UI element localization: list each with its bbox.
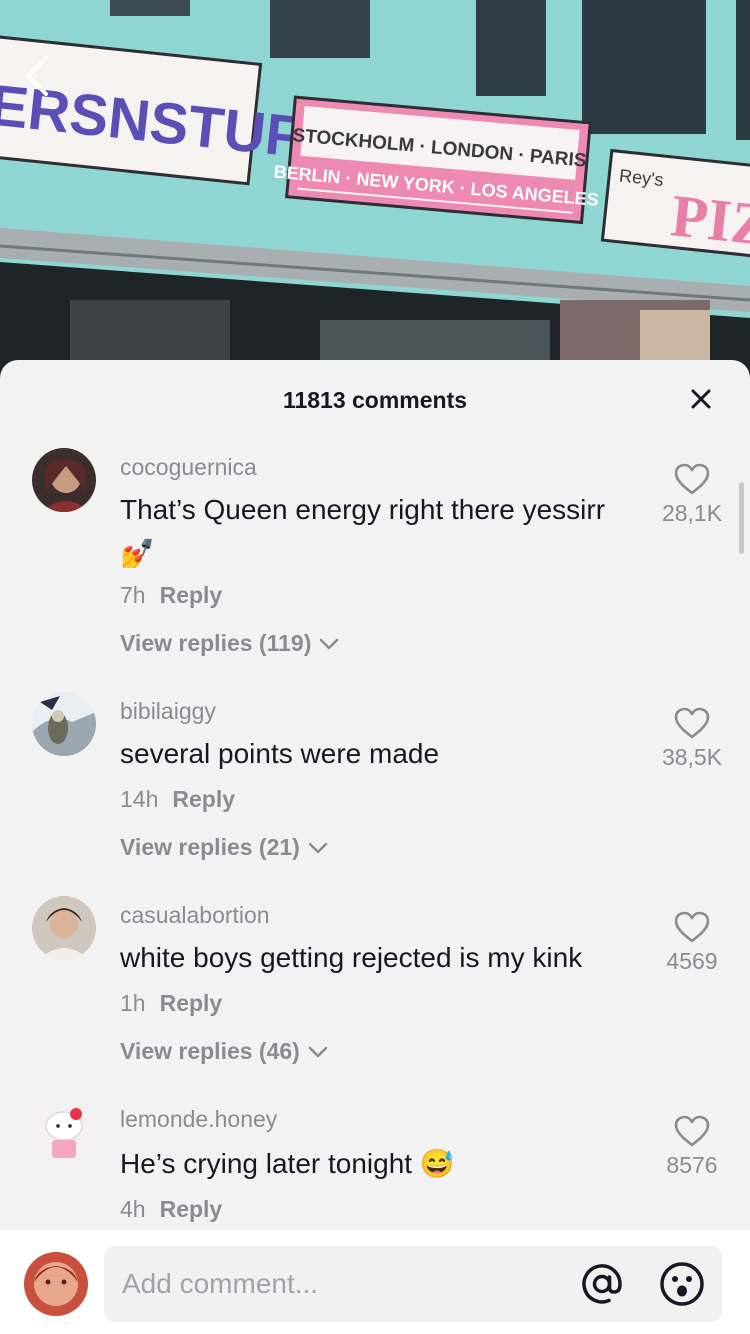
comment-text-body: several points were made [120, 738, 440, 769]
avatar[interactable] [32, 1100, 96, 1164]
like-button[interactable]: 4569 [652, 910, 732, 975]
view-replies-button[interactable]: View replies (21) [120, 834, 328, 861]
view-replies-label: View replies (46) [120, 1038, 300, 1064]
heart-icon [674, 1115, 710, 1147]
comment-text-body: He’s crying later tonight [120, 1148, 413, 1179]
comment-username[interactable]: bibilaiggy [120, 698, 216, 725]
sheet-header: 11813 comments [0, 360, 750, 440]
comment-time: 1h [120, 990, 146, 1016]
comment-username[interactable]: casualabortion [120, 902, 270, 929]
chevron-left-icon [26, 56, 48, 96]
chevron-down-icon [320, 638, 339, 649]
comments-sheet: 11813 comments cocoguernica That’s Queen… [0, 360, 750, 1334]
comment-text: That’s Queen energy right there yessirr … [120, 488, 645, 576]
chevron-down-icon [308, 1046, 328, 1057]
back-button[interactable] [22, 54, 72, 114]
reply-button[interactable]: Reply [172, 786, 235, 812]
my-avatar[interactable] [24, 1252, 88, 1316]
comment-time: 4h [120, 1196, 146, 1222]
heart-icon [674, 911, 710, 943]
like-button[interactable]: 28,1K [652, 462, 732, 527]
mention-button[interactable] [578, 1260, 626, 1308]
sign-right-big: PIZ [668, 182, 750, 258]
close-icon [691, 389, 711, 409]
heart-icon [674, 707, 710, 739]
comment-item: casualabortion white boys getting reject… [0, 896, 750, 1076]
comment-composer [0, 1230, 750, 1334]
comment-time: 7h [120, 582, 146, 608]
comment-username[interactable]: lemonde.honey [120, 1106, 277, 1133]
comment-meta: 14h Reply [120, 786, 235, 813]
like-count: 28,1K [661, 500, 723, 526]
view-replies-button[interactable]: View replies (119) [120, 630, 339, 657]
comment-text: several points were made [120, 732, 645, 776]
reply-button[interactable]: Reply [160, 582, 223, 608]
comment-meta: 7h Reply [120, 582, 222, 609]
emoji-button[interactable] [658, 1260, 706, 1308]
emoji-face-icon [660, 1262, 704, 1306]
comment-username[interactable]: cocoguernica [120, 454, 257, 481]
close-button[interactable] [686, 384, 716, 414]
view-replies-label: View replies (119) [120, 630, 312, 656]
reply-button[interactable]: Reply [160, 1196, 223, 1222]
comment-text-body: white boys getting rejected is my kink [120, 942, 583, 973]
like-button[interactable]: 8576 [652, 1114, 732, 1179]
view-replies-button[interactable]: View replies (46) [120, 1038, 328, 1065]
comment-meta: 1h Reply [120, 990, 222, 1017]
comment-input-box [104, 1246, 722, 1322]
like-button[interactable]: 38,5K [652, 706, 732, 771]
comment-meta: 4h Reply [120, 1196, 222, 1223]
view-replies-label: View replies (21) [120, 834, 300, 860]
avatar[interactable] [32, 448, 96, 512]
heart-icon [674, 463, 710, 495]
comment-item: cocoguernica That’s Queen energy right t… [0, 448, 750, 668]
at-sign-icon [582, 1264, 622, 1304]
like-count: 4569 [666, 948, 718, 974]
comment-time: 14h [120, 786, 159, 812]
sweat-smile-emoji: 😅 [419, 1148, 455, 1179]
like-count: 8576 [666, 1152, 718, 1178]
comment-item: lemonde.honey He’s crying later tonight … [0, 1100, 750, 1240]
chevron-down-icon [308, 842, 328, 853]
reply-button[interactable]: Reply [160, 990, 223, 1016]
avatar[interactable] [32, 692, 96, 756]
comment-text: He’s crying later tonight 😅 [120, 1142, 645, 1186]
avatar[interactable] [32, 896, 96, 960]
like-count: 38,5K [661, 744, 723, 770]
nail-polish-emoji: 💅 [120, 538, 155, 569]
comment-text-body: That’s Queen energy right there yessirr [120, 494, 606, 525]
comment-text: white boys getting rejected is my kink [120, 936, 645, 980]
comments-count-title: 11813 comments [282, 386, 468, 413]
comment-item: bibilaiggy several points were made 14h R… [0, 692, 750, 872]
comment-input[interactable] [122, 1246, 562, 1322]
video-background: ERSNSTUFF STOCKHOLM · LONDON · PARIS BER… [0, 0, 750, 380]
